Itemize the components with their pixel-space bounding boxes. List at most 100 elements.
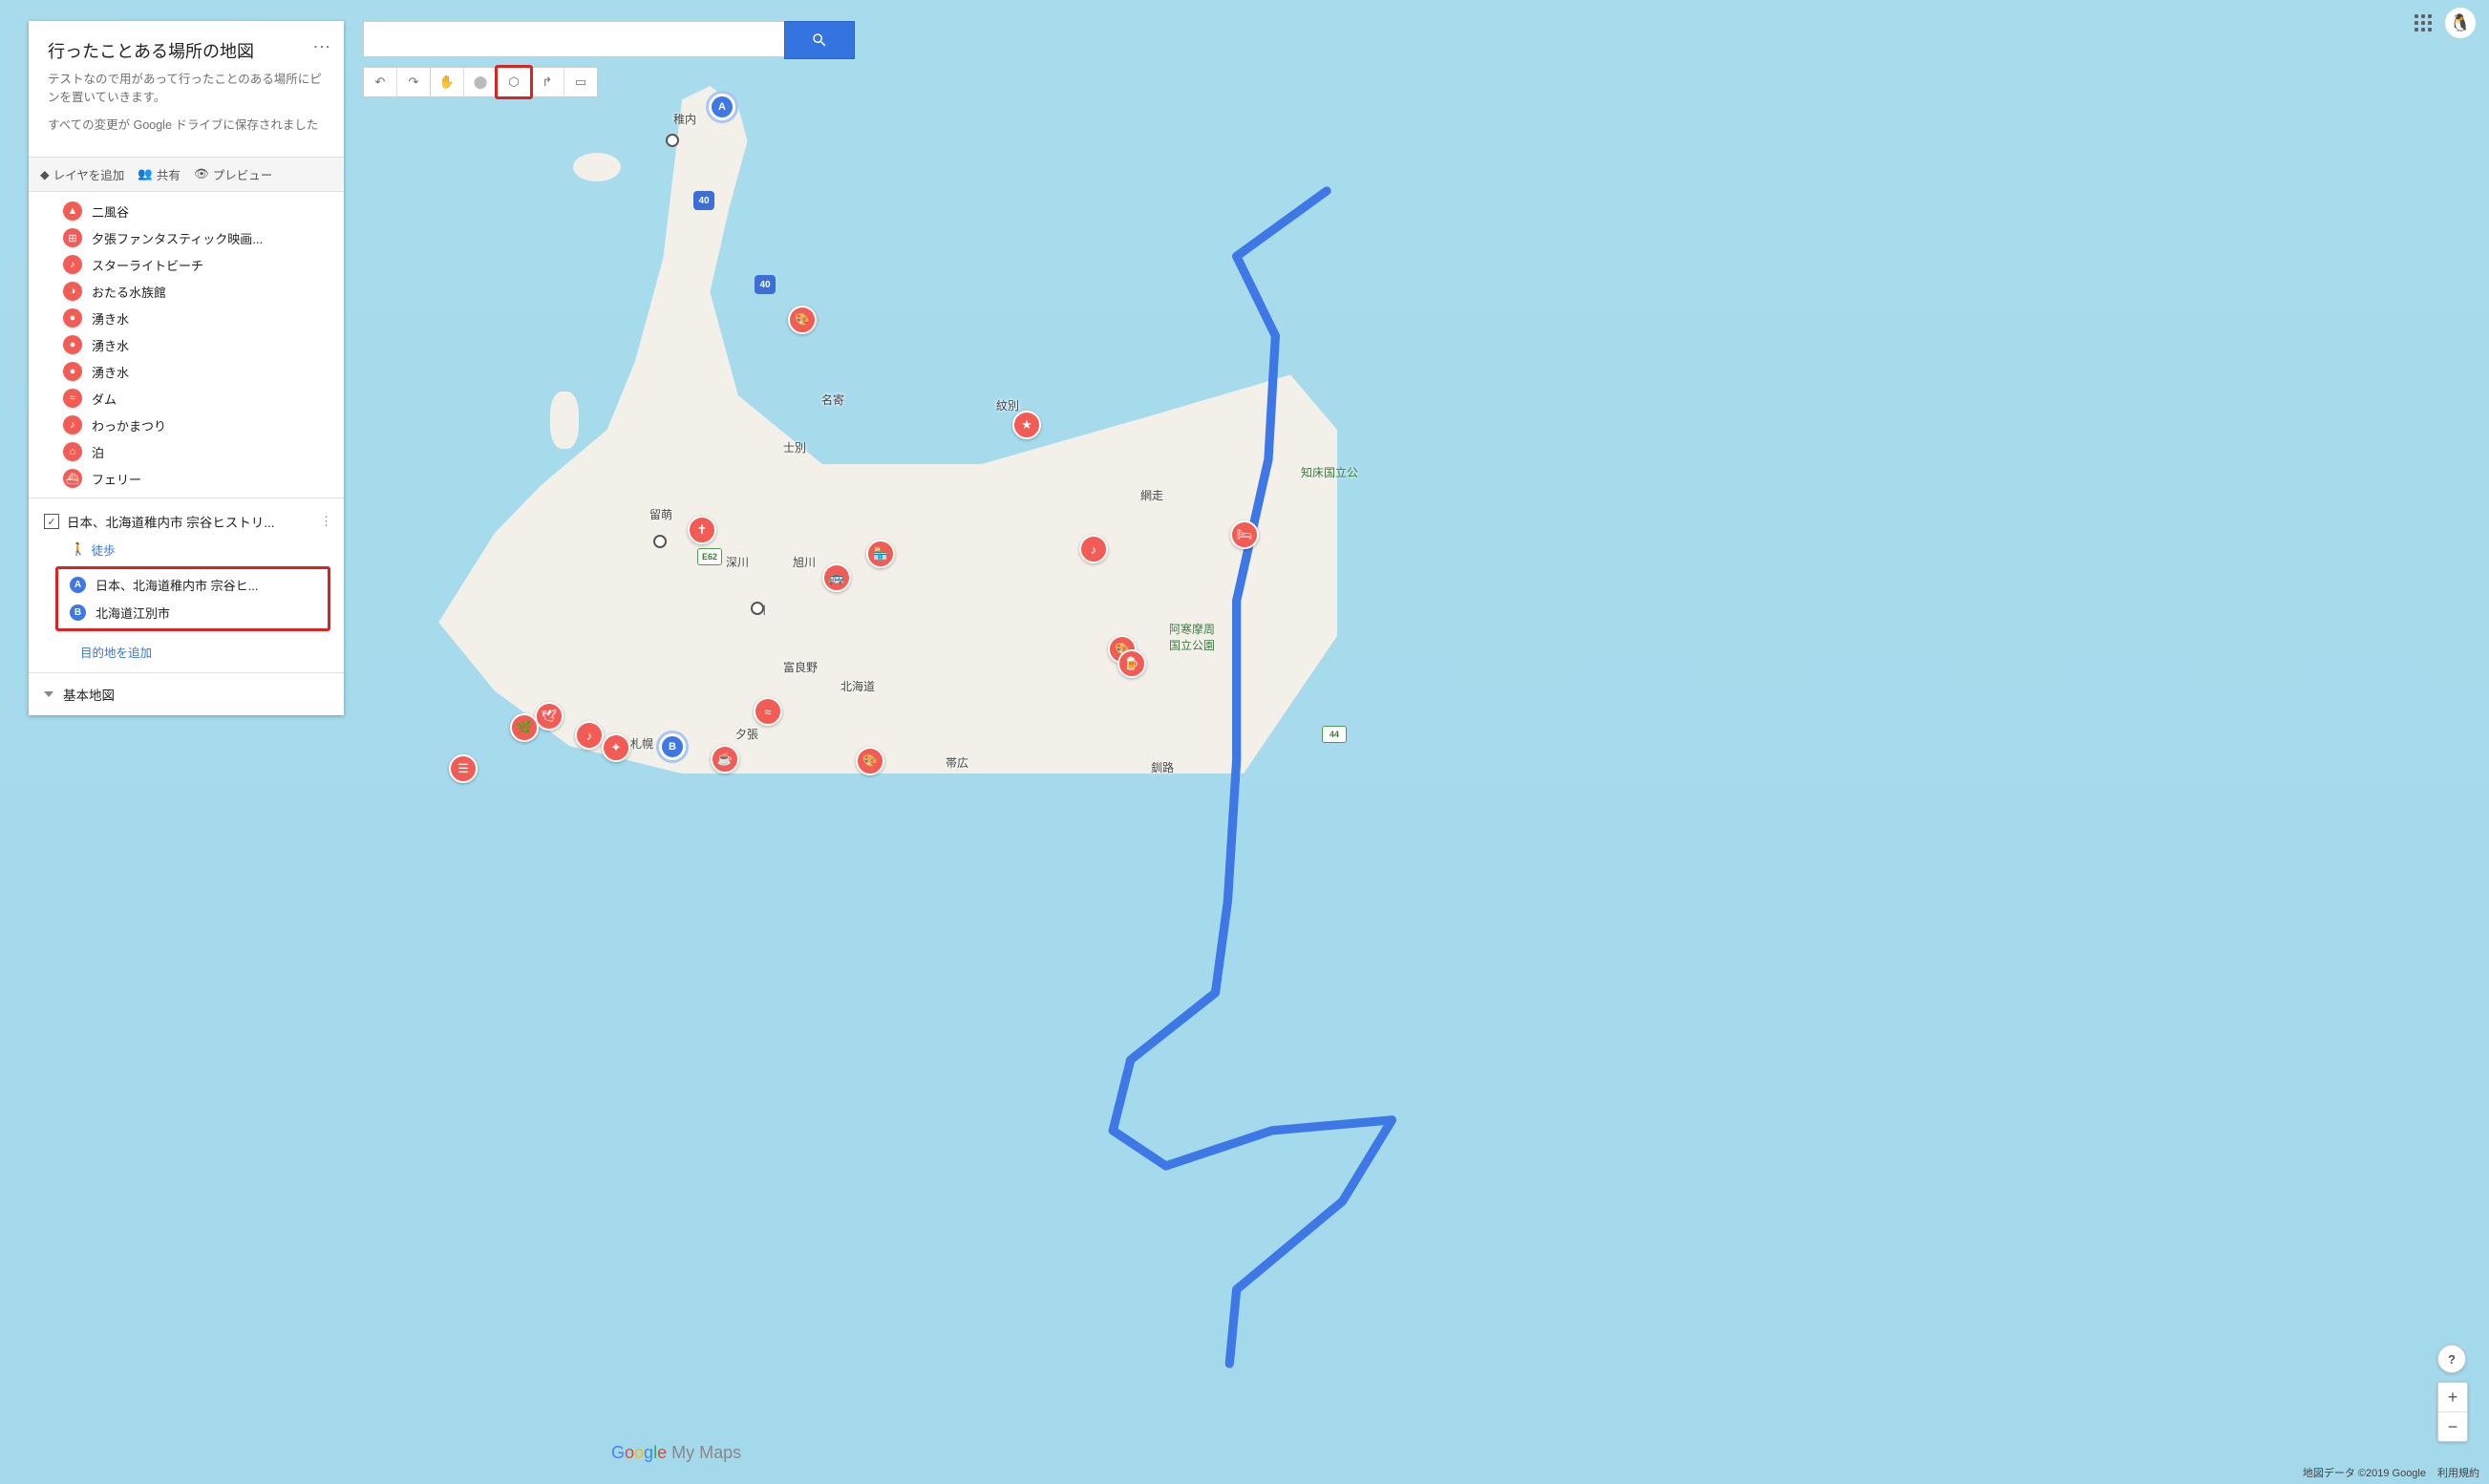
toolbar: ↶ ↷ ✋ ⬤ ⬡ ↱ ▭ xyxy=(363,67,598,97)
help-button[interactable]: ? xyxy=(2437,1345,2466,1373)
place-label: 湧き水 xyxy=(92,309,129,328)
layer-visibility-checkbox[interactable]: ✓ xyxy=(44,514,59,529)
route-waypoint[interactable] xyxy=(666,134,679,147)
preview-button[interactable]: 👁プレビュー xyxy=(194,165,272,183)
route-marker-B[interactable]: B xyxy=(659,733,686,760)
save-status: すべての変更が Google ドライブに保存されました xyxy=(48,117,325,135)
place-item[interactable]: ●湧き水 xyxy=(29,331,344,358)
chevron-down-icon xyxy=(44,691,53,697)
map-marker[interactable]: ≈ xyxy=(754,697,782,726)
map-marker[interactable]: ✦ xyxy=(602,733,630,762)
route-point-label: 北海道江別市 xyxy=(96,604,170,622)
map-marker[interactable]: ♪ xyxy=(575,721,604,750)
map-marker[interactable]: 🎨 xyxy=(788,306,817,334)
map-marker[interactable]: 🌿 xyxy=(510,713,539,742)
map-marker[interactable]: 🕊 xyxy=(535,702,564,731)
add-destination-link[interactable]: 目的地を追加 xyxy=(29,635,344,663)
panel-menu-button[interactable]: ⋮ xyxy=(311,38,332,54)
map-marker[interactable]: 🏪 xyxy=(866,540,895,568)
travel-mode[interactable]: 🚶 徒歩 xyxy=(29,539,344,564)
add-layer-button[interactable]: ◆レイヤを追加 xyxy=(40,165,124,183)
pin-icon: ⬤ xyxy=(474,74,488,90)
map-marker[interactable]: 🚌 xyxy=(822,563,851,592)
undo-button[interactable]: ↶ xyxy=(364,68,397,96)
place-label: わっかまつり xyxy=(92,416,166,435)
place-label: 泊 xyxy=(92,443,104,461)
place-item[interactable]: ●湧き水 xyxy=(29,358,344,385)
map-marker[interactable]: ☰ xyxy=(449,754,478,783)
place-pin-icon: ≈ xyxy=(63,389,82,408)
map-marker[interactable]: ☕ xyxy=(711,745,739,774)
island xyxy=(550,392,579,449)
zoom-in-button[interactable]: + xyxy=(2438,1383,2467,1412)
route-point[interactable]: A日本、北海道稚内市 宗谷ヒ... xyxy=(58,571,328,599)
layer-menu-button[interactable]: ⋮ xyxy=(320,514,332,529)
place-item[interactable]: ♪わっかまつり xyxy=(29,412,344,438)
zoom-control: + − xyxy=(2437,1382,2468,1442)
search-icon xyxy=(811,32,828,49)
map-place-label: 釧路 xyxy=(1151,759,1174,775)
map-place-label: 札幌 xyxy=(630,735,653,752)
place-item[interactable]: ♪ スターライトビーチ xyxy=(29,251,344,278)
place-label: 湧き水 xyxy=(92,336,129,354)
google-mymaps-logo: Google My Maps xyxy=(611,1443,741,1463)
park-label: 阿寒摩周国立公園 xyxy=(1169,621,1215,653)
place-label: フェリー xyxy=(92,470,141,488)
island xyxy=(573,153,621,181)
road-shield: E62 xyxy=(697,548,722,565)
map-place-label: 帯広 xyxy=(946,754,968,771)
search-button[interactable] xyxy=(784,21,855,59)
polyline-icon: ⬡ xyxy=(508,74,519,90)
map-place-label: 深川 xyxy=(726,554,749,570)
place-item[interactable]: ●湧き水 xyxy=(29,305,344,331)
place-label: スターライトビーチ xyxy=(92,256,203,274)
place-pin-icon: ⛴ xyxy=(63,469,82,488)
draw-line-tool[interactable]: ⬡ xyxy=(498,68,531,96)
road-shield: 40 xyxy=(693,191,714,210)
route-waypoint[interactable] xyxy=(751,602,764,615)
road-shield: 44 xyxy=(1322,726,1347,743)
place-item[interactable]: ▲二風谷 xyxy=(29,198,344,224)
place-pin-icon: ♪ xyxy=(63,255,82,274)
map-marker[interactable]: 🍺 xyxy=(1117,649,1146,678)
add-directions-tool[interactable]: ↱ xyxy=(531,68,564,96)
add-marker-tool[interactable]: ⬤ xyxy=(464,68,498,96)
zoom-out-button[interactable]: − xyxy=(2438,1412,2467,1441)
terms-link[interactable]: 利用規約 xyxy=(2437,1465,2479,1480)
search-input[interactable] xyxy=(363,21,784,57)
place-item[interactable]: ◑おたる水族館 xyxy=(29,278,344,305)
measure-tool[interactable]: ▭ xyxy=(564,68,597,96)
share-button[interactable]: 👥共有 xyxy=(138,165,181,183)
google-apps-button[interactable] xyxy=(2415,14,2432,32)
map-place-label: 留萌 xyxy=(649,506,672,522)
route-waypoint[interactable] xyxy=(653,535,667,548)
place-item[interactable]: ⊞夕張ファンタスティック映画... xyxy=(29,224,344,251)
map-title[interactable]: 行ったことある場所の地図 xyxy=(48,38,325,63)
basemap-section[interactable]: 基本地図 xyxy=(29,672,344,715)
place-label: 二風谷 xyxy=(92,202,129,221)
route-point[interactable]: B北海道江別市 xyxy=(58,599,328,626)
directions-icon: ↱ xyxy=(542,74,553,90)
account-avatar[interactable]: 🐧 xyxy=(2445,8,2476,38)
map-marker[interactable]: 🛏 xyxy=(1230,520,1259,549)
place-label: ダム xyxy=(92,390,117,408)
place-item[interactable]: ≈ ダム xyxy=(29,385,344,412)
map-place-label: 稚内 xyxy=(673,111,696,127)
map-place-label: 名寄 xyxy=(821,392,844,408)
map-canvas[interactable]: 稚内名寄紋別士別留萌深川旭川網走北見富良野北海道札幌夕張帯広釧路川 知床国立公阿… xyxy=(0,0,2489,1484)
pan-tool[interactable]: ✋ xyxy=(431,68,464,96)
directions-layer-title[interactable]: 日本、北海道稚内市 宗谷ヒストリ... xyxy=(67,512,312,531)
eye-icon: 👁 xyxy=(194,167,209,181)
place-item[interactable]: ⌂泊 xyxy=(29,438,344,465)
map-marker[interactable]: ✝ xyxy=(688,516,716,544)
place-item[interactable]: ⛴ フェリー xyxy=(29,465,344,492)
ruler-icon: ▭ xyxy=(575,74,586,90)
map-marker[interactable]: 🎨 xyxy=(856,747,884,775)
place-pin-icon: ● xyxy=(63,362,82,381)
place-label: おたる水族館 xyxy=(92,283,166,301)
side-panel: 行ったことある場所の地図 テストなので用があって行ったことのある場所にピンを置い… xyxy=(29,21,344,715)
map-marker[interactable]: ♪ xyxy=(1079,535,1108,563)
map-marker[interactable]: ★ xyxy=(1012,411,1041,439)
route-marker-A[interactable]: A xyxy=(709,94,735,120)
redo-button[interactable]: ↷ xyxy=(397,68,431,96)
